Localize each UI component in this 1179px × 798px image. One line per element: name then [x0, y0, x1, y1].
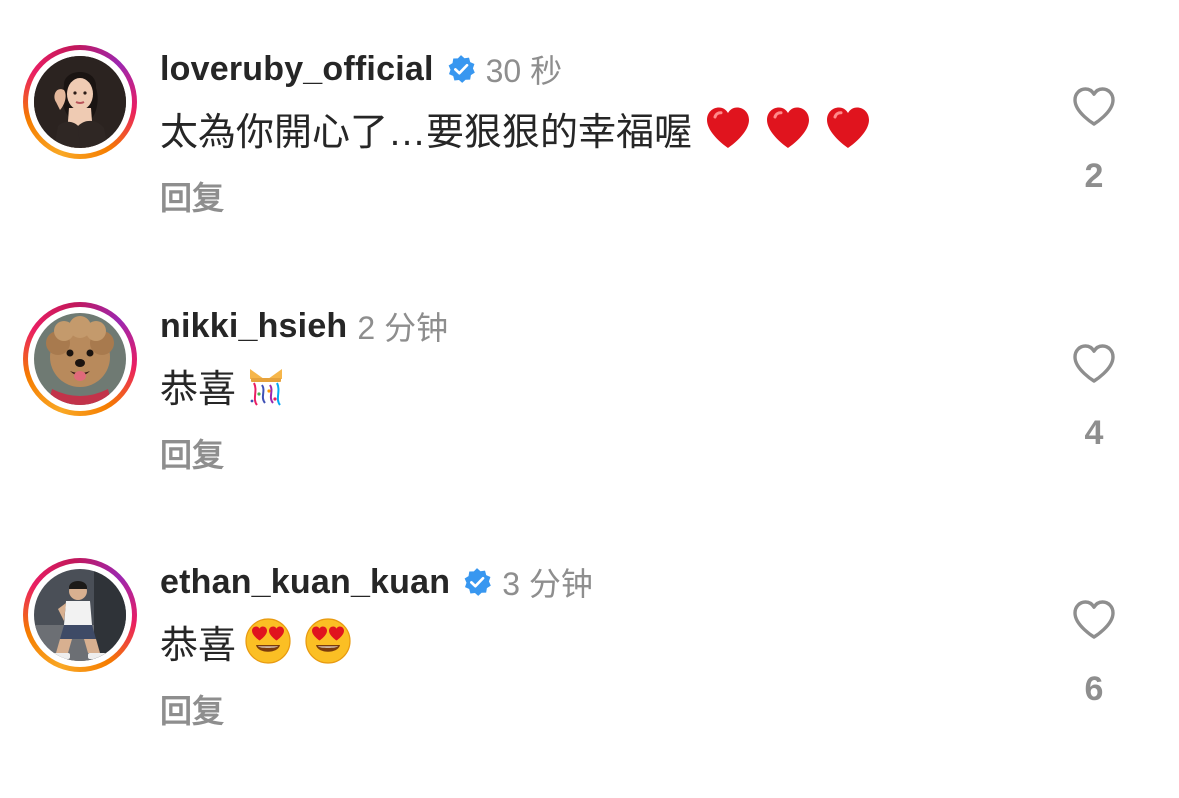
red-heart-emoji-icon	[764, 104, 812, 152]
like-heart-icon[interactable]	[1070, 340, 1118, 388]
comment-header: ethan_kuan_kuan 3 分钟	[160, 560, 593, 604]
like-heart-icon[interactable]	[1070, 83, 1118, 131]
comment-text-row: 恭喜	[160, 616, 352, 667]
avatar[interactable]	[34, 313, 126, 405]
timestamp: 2 分钟	[357, 310, 449, 346]
avatar-ring-gap	[28, 307, 132, 411]
like-count[interactable]: 4	[1070, 414, 1118, 453]
comment-item: ethan_kuan_kuan 3 分钟 恭喜 回复 6	[0, 558, 1179, 798]
heart-eyes-emoji-icon	[244, 617, 292, 665]
avatar-ring[interactable]	[23, 302, 137, 416]
comment-item: loveruby_official 30 秒 太為你開心了…要狠狠的幸福喔 回复…	[0, 45, 1179, 285]
username[interactable]: loveruby_official	[160, 50, 434, 89]
confetti-gift-emoji-icon	[242, 361, 290, 409]
reply-button[interactable]: 回复	[160, 430, 224, 476]
like-heart-icon[interactable]	[1070, 596, 1118, 644]
username[interactable]: ethan_kuan_kuan	[160, 563, 450, 602]
comment-text: 恭喜	[160, 368, 237, 411]
timestamp: 30 秒	[485, 53, 563, 89]
avatar-ring[interactable]	[23, 558, 137, 672]
comment-header: loveruby_official 30 秒	[160, 47, 562, 91]
reply-button[interactable]: 回复	[160, 686, 224, 732]
avatar-ring-gap	[28, 50, 132, 154]
like-count[interactable]: 6	[1070, 670, 1118, 709]
verified-badge-icon	[446, 54, 476, 84]
avatar-ring[interactable]	[23, 45, 137, 159]
avatar-ring-gap	[28, 563, 132, 667]
comment-text-row: 恭喜	[160, 360, 290, 411]
like-count[interactable]: 2	[1070, 157, 1118, 196]
avatar-photo	[34, 313, 126, 405]
comment-text-row: 太為你開心了…要狠狠的幸福喔	[160, 103, 872, 154]
avatar-photo	[34, 569, 126, 661]
avatar[interactable]	[34, 56, 126, 148]
heart-eyes-emoji-icon	[304, 617, 352, 665]
timestamp: 3 分钟	[502, 566, 593, 602]
comment-item: nikki_hsieh 2 分钟 恭喜 回复 4	[0, 302, 1179, 542]
red-heart-emoji-icon	[824, 104, 872, 152]
avatar-photo	[34, 56, 126, 148]
avatar[interactable]	[34, 569, 126, 661]
comment-text: 太為你開心了…要狠狠的幸福喔	[160, 111, 693, 154]
comment-text: 恭喜	[160, 624, 237, 667]
verified-badge-icon	[462, 567, 492, 597]
reply-button[interactable]: 回复	[160, 173, 224, 219]
username[interactable]: nikki_hsieh	[160, 307, 347, 346]
red-heart-emoji-icon	[704, 104, 752, 152]
comment-header: nikki_hsieh 2 分钟	[160, 304, 448, 348]
